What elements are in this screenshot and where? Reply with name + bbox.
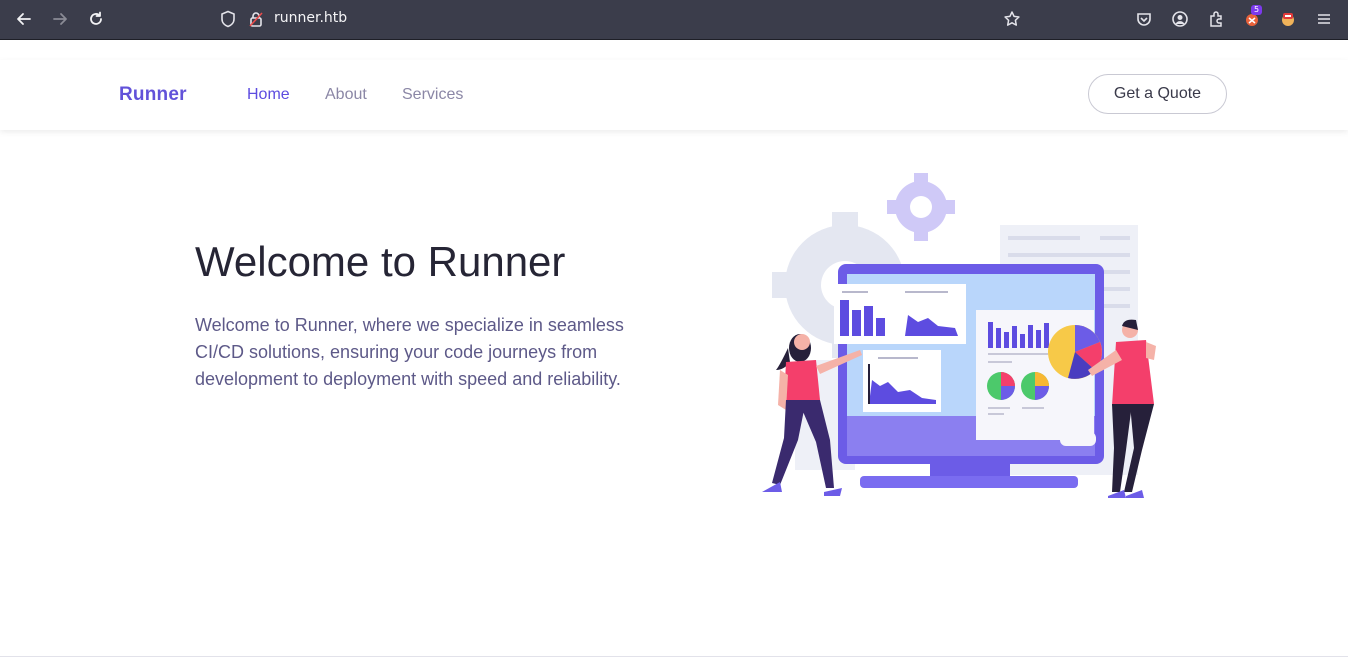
page-divider xyxy=(0,656,1348,657)
hero-illustration xyxy=(762,173,1156,498)
brand-logo[interactable]: Runner xyxy=(119,84,187,106)
extension-badge: 5 xyxy=(1251,5,1263,15)
site-navbar: Runner Home About Services Get a Quote xyxy=(0,60,1348,130)
forward-icon[interactable] xyxy=(48,8,72,30)
account-icon[interactable] xyxy=(1168,8,1192,30)
pocket-icon[interactable] xyxy=(1132,8,1156,30)
nav-link-services[interactable]: Services xyxy=(402,86,463,104)
nav-link-about[interactable]: About xyxy=(325,86,367,104)
menu-icon[interactable] xyxy=(1312,8,1336,30)
star-icon[interactable] xyxy=(1000,8,1024,30)
shield-icon[interactable] xyxy=(216,8,240,30)
extensions-icon[interactable] xyxy=(1204,8,1228,30)
browser-toolbar: runner.htb 5 xyxy=(0,0,1348,40)
hero-title: Welcome to Runner xyxy=(195,238,566,285)
hero-description: Welcome to Runner, where we specialize i… xyxy=(195,315,624,389)
reload-icon[interactable] xyxy=(84,8,108,30)
extension-icon[interactable] xyxy=(1276,8,1300,30)
get-quote-button[interactable]: Get a Quote xyxy=(1088,74,1227,114)
url-bar[interactable]: runner.htb xyxy=(274,10,347,26)
nav-link-home[interactable]: Home xyxy=(247,86,290,104)
back-icon[interactable] xyxy=(12,8,36,30)
lock-icon[interactable] xyxy=(244,8,268,30)
